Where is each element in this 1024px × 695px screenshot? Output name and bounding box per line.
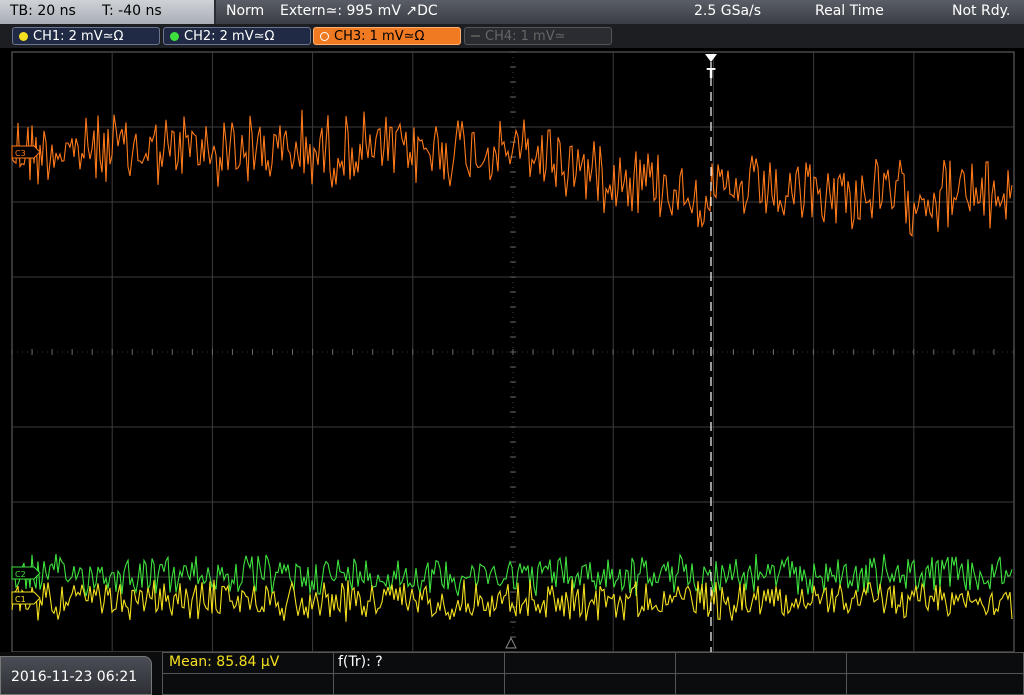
- channel-2-marker-label: C2: [15, 570, 26, 579]
- channel-3-label: CH3: 1 mV≃Ω: [334, 29, 425, 44]
- timebase-label: TB: 20 ns: [10, 3, 76, 19]
- acquisition-mode-label: Real Time: [815, 3, 884, 19]
- channel-4-label: CH4: 1 mV≃: [485, 29, 566, 44]
- timebase-panel[interactable]: TB: 20 ns T: -40 ns: [0, 0, 216, 24]
- waveform-display[interactable]: T C3 C2 C1: [0, 48, 1024, 652]
- measure-cell: [504, 673, 676, 695]
- waveform-svg: T C3 C2 C1: [11, 51, 1015, 652]
- channel-2-offset-marker[interactable]: C2: [11, 566, 41, 580]
- channel-1-tab[interactable]: CH1: 2 mV≃Ω: [12, 27, 160, 45]
- channel-2-tab[interactable]: CH2: 2 mV≃Ω: [163, 27, 311, 45]
- channel-1-dot-icon: [19, 32, 28, 41]
- measure-cell: [846, 673, 1024, 695]
- channel-3-dot-icon: [320, 32, 329, 41]
- measure-cell: [333, 673, 505, 695]
- mean-measurement[interactable]: Mean: 85.84 µV: [169, 654, 279, 670]
- measure-cell: [675, 673, 847, 695]
- channel-3-marker-label: C3: [15, 149, 26, 158]
- measurement-panel[interactable]: Mean: 85.84 µV f(Tr): ?: [162, 652, 1024, 695]
- measure-cell: [675, 652, 847, 674]
- channel-4-off-icon: [471, 35, 480, 37]
- trigger-marker-label: T: [707, 67, 716, 82]
- channel-3-offset-marker[interactable]: C3: [11, 145, 41, 159]
- channel-4-tab[interactable]: CH4: 1 mV≃: [464, 27, 612, 45]
- trigger-source-label: Extern≃: 995 mV ↗DC: [280, 3, 438, 19]
- datetime-box: 2016-11-23 06:21: [0, 656, 152, 695]
- channel-1-offset-marker[interactable]: C1: [11, 591, 41, 605]
- run-state-label: Not Rdy.: [952, 3, 1011, 19]
- frequency-measurement[interactable]: f(Tr): ?: [338, 654, 383, 670]
- channel-2-label: CH2: 2 mV≃Ω: [184, 29, 275, 44]
- channel-2-dot-icon: [170, 32, 179, 41]
- trigger-mode-label: Norm: [226, 3, 265, 19]
- channel-3-tab[interactable]: CH3: 1 mV≃Ω: [313, 27, 461, 45]
- channel-1-marker-label: C1: [15, 595, 26, 604]
- measure-cell: [162, 673, 334, 695]
- datetime-label: 2016-11-23 06:21: [11, 669, 138, 685]
- trigger-offset-label: T: -40 ns: [102, 3, 162, 19]
- footer-bar: 2016-11-23 06:21 Mean: 85.84 µV f(Tr): ?: [0, 652, 1024, 695]
- measure-cell: [504, 652, 676, 674]
- channel-1-label: CH1: 2 mV≃Ω: [33, 29, 124, 44]
- status-bar: TB: 20 ns T: -40 ns Norm Extern≃: 995 mV…: [0, 0, 1024, 25]
- sample-rate-label: 2.5 GSa/s: [694, 3, 762, 19]
- channel-bar: CH1: 2 mV≃Ω CH2: 2 mV≃Ω CH3: 1 mV≃Ω CH4:…: [0, 24, 1024, 48]
- measure-cell: [846, 652, 1024, 674]
